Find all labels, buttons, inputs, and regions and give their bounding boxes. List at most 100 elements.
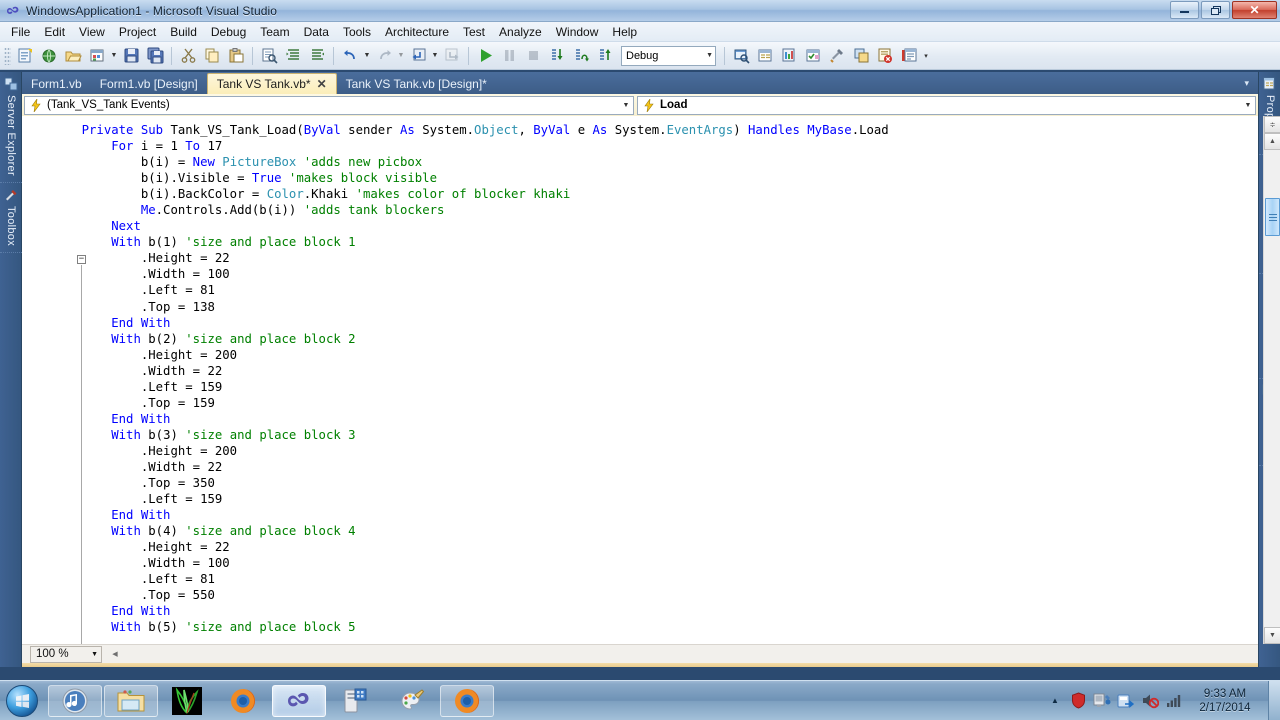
editor-vertical-scrollbar[interactable]: ≑ ▲ ▼ <box>1263 116 1280 644</box>
menu-tools[interactable]: Tools <box>336 23 378 41</box>
step-over-icon[interactable] <box>570 45 592 67</box>
menu-project[interactable]: Project <box>112 23 163 41</box>
uncomment-icon[interactable] <box>306 45 328 67</box>
code-text[interactable]: Private Sub Tank_VS_Tank_Load(ByVal send… <box>52 122 1226 644</box>
taskbar-buttons <box>48 684 494 717</box>
comodo-security-tray-icon[interactable] <box>1066 689 1090 713</box>
menu-test[interactable]: Test <box>456 23 492 41</box>
menu-window[interactable]: Window <box>549 23 606 41</box>
member-dropdown[interactable]: Load ▼ <box>637 95 1256 115</box>
toolbar-grip[interactable] <box>4 46 11 65</box>
start-button[interactable] <box>2 683 42 719</box>
properties-window-icon[interactable] <box>754 45 776 67</box>
code-token: .Left = 81 <box>52 283 215 298</box>
scrollbar-thumb[interactable] <box>1265 198 1280 236</box>
split-view-button[interactable]: ≑ <box>1264 116 1280 133</box>
show-hidden-icons-icon[interactable]: ▲ <box>1044 696 1066 705</box>
toolbox-window-icon[interactable] <box>802 45 824 67</box>
network-signal-tray-icon[interactable] <box>1162 689 1186 713</box>
save-all-icon[interactable] <box>144 45 166 67</box>
zoom-level-combo[interactable]: 100 % ▼ <box>30 645 102 663</box>
output-window-icon[interactable] <box>898 45 920 67</box>
itunes-taskbar-icon[interactable] <box>48 684 102 717</box>
open-file-icon[interactable] <box>62 45 84 67</box>
settings-icon[interactable] <box>826 45 848 67</box>
menu-file[interactable]: File <box>4 23 37 41</box>
start-debugging-icon[interactable] <box>474 45 496 67</box>
menu-build[interactable]: Build <box>163 23 204 41</box>
menu-edit[interactable]: Edit <box>37 23 72 41</box>
firefox-window-taskbar-icon[interactable] <box>440 684 494 717</box>
add-new-item-icon[interactable] <box>86 45 108 67</box>
tab-overflow[interactable]: ▾ <box>1239 73 1258 94</box>
close-button[interactable]: ✕ <box>1232 1 1277 19</box>
file-explorer-taskbar-icon[interactable] <box>104 684 158 717</box>
navigate-backward-dropdown-arrow[interactable]: ▼ <box>430 45 440 67</box>
undo-dropdown-arrow[interactable]: ▼ <box>362 45 372 67</box>
save-icon[interactable] <box>120 45 142 67</box>
toolbar-overflow-arrow[interactable]: ▾ <box>921 45 931 67</box>
tab-form1-vb[interactable]: Form1.vb <box>22 73 91 94</box>
dock-tab-server-explorer[interactable]: Server Explorer <box>0 72 22 183</box>
properties-icon <box>1262 76 1278 92</box>
code-line: .Width = 22 <box>52 363 1226 379</box>
class-dropdown[interactable]: (Tank_VS_Tank Events) ▼ <box>24 95 634 115</box>
dock-tab-toolbox[interactable]: Toolbox <box>0 183 22 253</box>
menu-debug[interactable]: Debug <box>204 23 253 41</box>
code-editor[interactable]: − Private Sub Tank_VS_Tank_Load(ByVal se… <box>22 116 1258 644</box>
show-desktop-button[interactable] <box>1268 680 1280 720</box>
firefox-taskbar-icon[interactable] <box>216 685 270 717</box>
dock-tab-label: Server Explorer <box>5 95 17 176</box>
toolbox-icon <box>3 187 19 203</box>
window-controls: ✕ <box>1170 1 1277 19</box>
tab-form1-vb-design[interactable]: Form1.vb [Design] <box>91 73 207 94</box>
code-line: .Top = 159 <box>52 395 1226 411</box>
menu-analyze[interactable]: Analyze <box>492 23 549 41</box>
paste-icon[interactable] <box>225 45 247 67</box>
maximize-restore-button[interactable] <box>1201 1 1230 19</box>
menu-data[interactable]: Data <box>297 23 336 41</box>
solution-configuration-combo[interactable]: Debug ▼ <box>621 45 716 66</box>
paint-taskbar-icon[interactable] <box>384 685 438 717</box>
media-app-taskbar-icon[interactable] <box>328 685 382 717</box>
undo-icon[interactable] <box>339 45 361 67</box>
display-settings-tray-icon[interactable] <box>1090 689 1114 713</box>
horizontal-scroll-left-button[interactable]: ◀ <box>108 647 122 662</box>
redo-icon[interactable] <box>373 45 395 67</box>
stop-icon[interactable] <box>522 45 544 67</box>
object-browser-icon[interactable] <box>778 45 800 67</box>
add-new-item-dropdown-arrow[interactable]: ▼ <box>109 45 119 67</box>
safely-remove-hardware-tray-icon[interactable] <box>1114 689 1138 713</box>
class-view-icon[interactable] <box>850 45 872 67</box>
navigate-forward-icon[interactable] <box>441 45 463 67</box>
menu-architecture[interactable]: Architecture <box>378 23 456 41</box>
redo-dropdown-arrow[interactable]: ▼ <box>396 45 406 67</box>
copy-icon[interactable] <box>201 45 223 67</box>
clock[interactable]: 9:33 AM 2/17/2014 <box>1186 687 1264 715</box>
error-list-icon[interactable] <box>874 45 896 67</box>
close-icon[interactable]: ✕ <box>317 77 327 91</box>
tab-tank-vs-tank-vb[interactable]: Tank VS Tank.vb* ✕ <box>206 73 337 94</box>
code-token: True <box>251 171 282 186</box>
find-icon[interactable] <box>258 45 280 67</box>
navigate-backward-icon[interactable] <box>407 45 429 67</box>
new-project-icon[interactable] <box>14 45 36 67</box>
minimize-button[interactable] <box>1170 1 1199 19</box>
new-website-icon[interactable] <box>38 45 60 67</box>
menu-help[interactable]: Help <box>605 23 644 41</box>
tab-tank-vs-tank-vb-design[interactable]: Tank VS Tank.vb [Design]* <box>337 73 496 94</box>
pause-icon[interactable] <box>498 45 520 67</box>
visual-studio-taskbar-icon[interactable] <box>272 684 326 717</box>
scroll-up-button[interactable]: ▲ <box>1264 133 1280 150</box>
menu-view[interactable]: View <box>72 23 112 41</box>
scroll-down-button[interactable]: ▼ <box>1264 627 1280 644</box>
menu-team[interactable]: Team <box>253 23 296 41</box>
cut-icon[interactable] <box>177 45 199 67</box>
code-line: .Width = 100 <box>52 266 1226 282</box>
step-into-icon[interactable] <box>546 45 568 67</box>
find-in-files-icon[interactable] <box>730 45 752 67</box>
comment-icon[interactable] <box>282 45 304 67</box>
volume-muted-tray-icon[interactable] <box>1138 689 1162 713</box>
step-out-icon[interactable] <box>594 45 616 67</box>
grass-app-taskbar-icon[interactable] <box>160 685 214 717</box>
